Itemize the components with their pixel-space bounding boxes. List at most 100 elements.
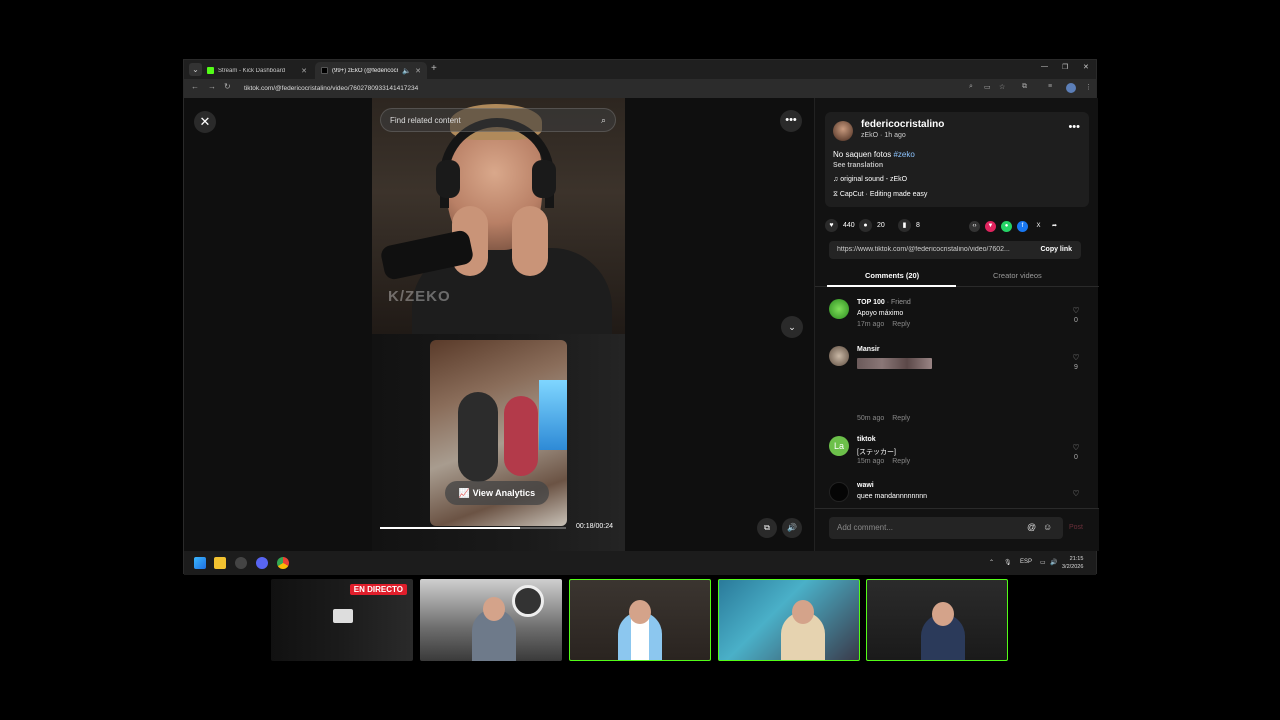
tray-chevron-icon[interactable]: ⌃ [989,559,994,566]
more-options-button[interactable]: ••• [780,110,802,132]
comment-author-name: TOP 100 [857,299,885,306]
cast-icon[interactable]: ▭ [984,83,991,91]
comment-placeholder: Add comment... [837,523,894,532]
card-more-icon[interactable]: ••• [1068,121,1080,133]
caption-text: No saquen fotos [833,150,894,159]
system-clock[interactable]: 21:15 3/2/2026 [1062,555,1083,571]
panel-tabs: Comments (20) Creator videos [815,266,1099,287]
guest-cam-3[interactable] [718,579,860,661]
emoji-icon[interactable]: ☺ [1043,522,1052,532]
comment-avatar[interactable] [829,299,849,319]
author-username[interactable]: federicocristalino [861,119,944,130]
share-arrow-icon[interactable]: ➦ [1049,221,1060,232]
save-button[interactable]: ▮ 8 [898,219,920,232]
comment-like-button[interactable]: ♡ [1069,489,1083,498]
comment-author[interactable]: Mansir [857,346,880,353]
video-player[interactable]: K/ZEKO Find related content ⌕ 📈 View Ana… [372,98,625,551]
reload-icon[interactable]: ↻ [224,82,231,91]
mic-icon[interactable]: 🎙 [1004,559,1012,566]
new-tab-button[interactable]: + [431,63,437,74]
forward-icon[interactable]: → [208,82,216,91]
comment-avatar[interactable] [829,482,849,502]
monitor-icon [333,609,353,623]
miniplayer-icon[interactable]: ⧉ [757,518,777,538]
next-video-chevron-icon[interactable]: ⌄ [781,316,803,338]
see-translation-link[interactable]: See translation [833,162,883,169]
network-icon[interactable]: ▭ [1040,559,1046,566]
obs-icon[interactable] [235,557,247,569]
speaker-tray-icon[interactable]: 🔊 [1050,559,1057,566]
search-icon[interactable]: ⌕ [601,115,606,126]
comment-bubble-icon: ● [859,219,872,232]
stream-preview-cam[interactable]: EN DIRECTO [271,579,413,661]
like-button[interactable]: ♥ 440 [825,219,855,232]
file-explorer-icon[interactable] [214,557,226,569]
author-subline: zEkO · 1h ago [861,132,906,139]
restore-icon[interactable]: ❐ [1062,63,1068,71]
bookmark-star-icon[interactable]: ☆ [999,83,1005,91]
comment-time: 15m ago [857,458,885,465]
menu-kebab-icon[interactable]: ⋮ [1085,83,1092,91]
comment-like-button[interactable]: ♡ 0 [1069,306,1083,324]
video-progress-bar[interactable] [380,527,566,529]
volume-icon[interactable]: 🔊 [782,518,802,538]
sound-link[interactable]: ♫ original sound - zEkO [833,176,907,183]
comment-like-button[interactable]: ♡ 9 [1069,353,1083,371]
extensions-icon[interactable]: ⧉ [1022,83,1027,91]
like-count: 440 [843,222,855,229]
avatar[interactable] [833,121,853,141]
guest-cam-2[interactable] [569,579,711,661]
comment-like-button[interactable]: ♡ 0 [1069,443,1083,461]
reply-button[interactable]: Reply [892,458,910,465]
profile-avatar[interactable] [1066,83,1076,93]
discord-icon[interactable] [256,557,268,569]
back-icon[interactable]: ← [191,82,199,91]
comment-button[interactable]: ● 20 [859,219,885,232]
tab-bar: ⌄ Stream - Kick Dashboard ✕ (99+) zEkO (… [184,60,1096,79]
mention-icon[interactable]: @ [1027,522,1036,532]
speaker-icon[interactable]: 🔈 [402,67,411,75]
comment-author[interactable]: wawi [857,482,874,489]
comment-author[interactable]: TOP 100 · Friend [857,299,911,306]
related-search-input[interactable]: Find related content ⌕ [380,108,616,132]
comment-avatar[interactable] [829,346,849,366]
close-window-icon[interactable]: ✕ [1083,63,1089,71]
zoom-icon[interactable]: ⌕ [969,83,973,91]
chrome-icon[interactable] [277,557,289,569]
clock-time: 21:15 [1069,556,1084,562]
tab-creator-videos[interactable]: Creator videos [993,271,1042,280]
capcut-icon: ⧖ [833,191,840,198]
view-analytics-button[interactable]: 📈 View Analytics [445,481,549,505]
windows-start-icon[interactable] [194,557,206,569]
close-tab-icon[interactable]: ✕ [301,67,307,75]
copy-link-button[interactable]: Copy link [1040,246,1072,253]
share-link-text[interactable]: https://www.tiktok.com/@federicocristali… [837,246,1032,253]
reply-button[interactable]: Reply [892,321,910,328]
minimize-icon[interactable]: — [1041,63,1048,70]
comment-input[interactable]: Add comment... @ ☺ [829,517,1063,539]
capcut-link[interactable]: ⧖ CapCut · Editing made easy [833,191,927,199]
whatsapp-icon[interactable]: ● [1001,221,1012,232]
hashtag-link[interactable]: #zeko [893,150,914,159]
x-twitter-icon[interactable]: X [1033,221,1044,232]
tab-tiktok[interactable]: (99+) zEkO (@federicocristal 🔈 ✕ [315,62,427,79]
url-field[interactable]: tiktok.com/@federicocristalino/video/760… [244,83,944,95]
close-video-button[interactable]: ✕ [194,111,216,133]
cam-head [792,600,814,624]
comment-author[interactable]: tiktok [857,436,876,443]
tab-kick-dashboard[interactable]: Stream - Kick Dashboard ✕ [201,62,313,79]
tab-comments[interactable]: Comments (20) [865,271,919,280]
language-indicator[interactable]: ESP [1020,559,1032,565]
post-comment-button[interactable]: Post [1069,524,1083,531]
comment-avatar[interactable]: La [829,436,849,456]
guest-cam-1[interactable] [420,579,562,661]
guest-cam-4[interactable] [866,579,1008,661]
reading-list-icon[interactable]: ≡ [1048,83,1052,90]
windows-taskbar: ⌃ 🎙 ESP ▭ 🔊 21:15 3/2/2026 [184,551,1096,575]
repost-icon[interactable]: ▼ [985,221,996,232]
embed-icon[interactable]: ‹› [969,221,980,232]
reply-button[interactable]: Reply [892,415,910,422]
close-tab-icon[interactable]: ✕ [415,67,421,75]
facebook-icon[interactable]: f [1017,221,1028,232]
description-card: federicocristalino zEkO · 1h ago ••• No … [825,112,1089,207]
